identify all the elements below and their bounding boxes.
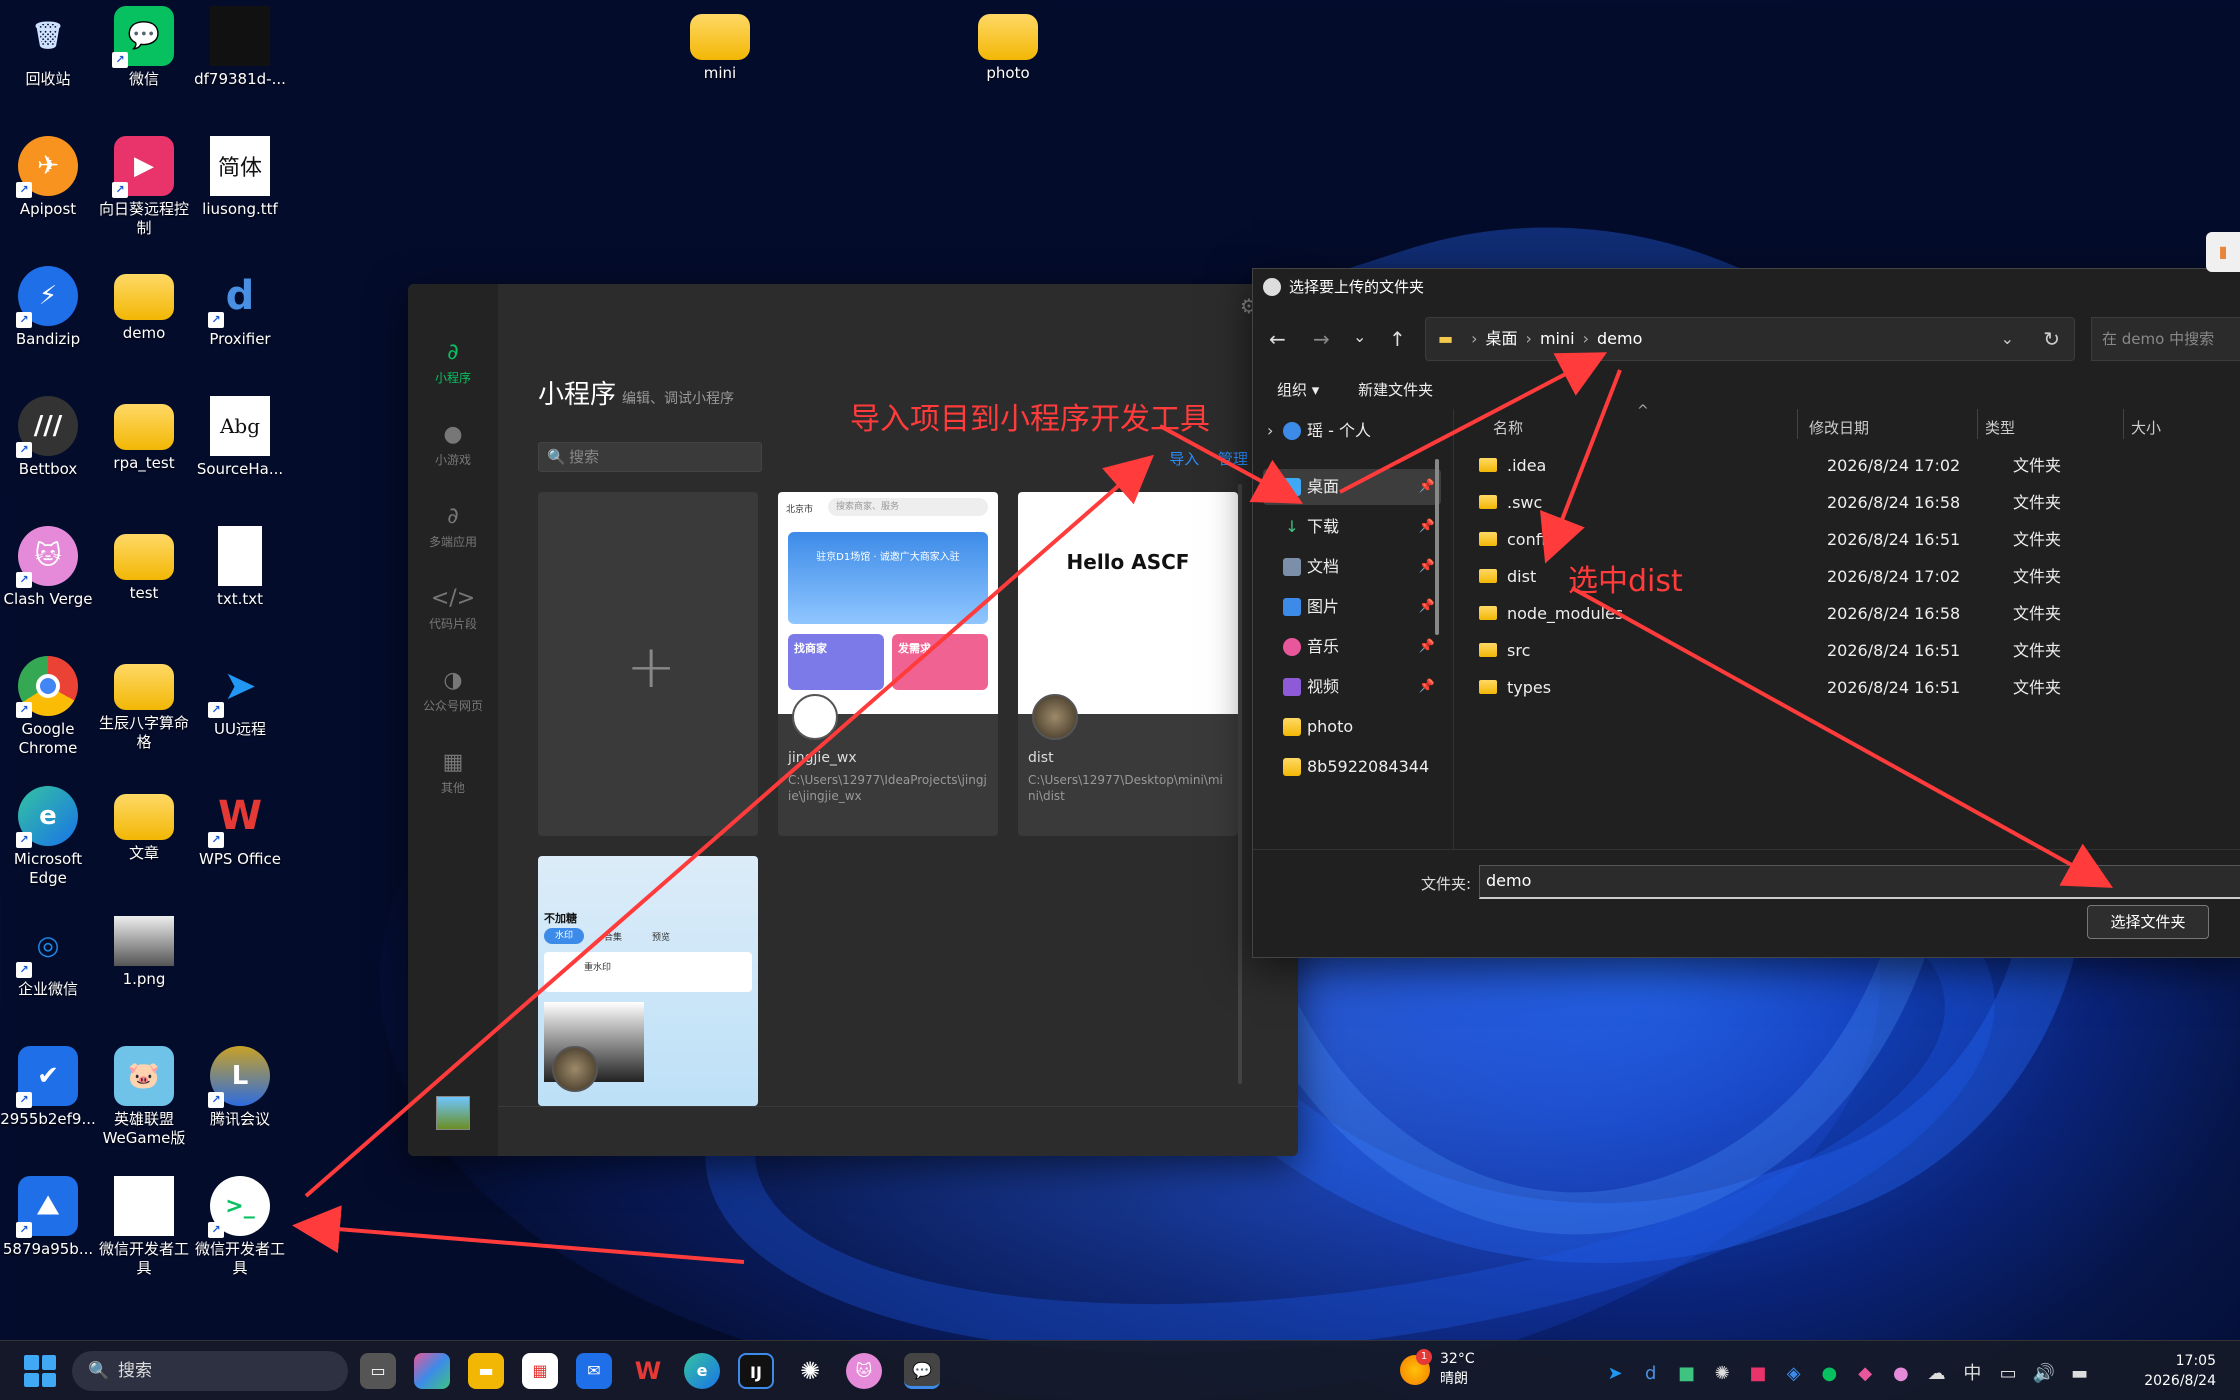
store-icon[interactable]: ▦ [522,1353,558,1389]
arrow-to-select [1571,586,2113,888]
edge-icon[interactable]: e [684,1353,720,1389]
m365-icon[interactable] [414,1353,450,1389]
arrow-to-dist [1540,369,1622,564]
battery-icon[interactable]: ▬ [2065,1363,2095,1384]
jetbrains-icon[interactable]: IJ [738,1353,774,1389]
wechat-tray-icon[interactable]: ● [1814,1363,1844,1384]
red-tray-icon[interactable]: ■ [1743,1363,1773,1384]
ime-indicator[interactable]: 中 [1957,1359,1987,1385]
cat-icon[interactable]: 🐱 [846,1353,882,1389]
taskbar-search[interactable]: 🔍 搜索 [72,1351,348,1391]
weather-widget[interactable]: 1 32°C 晴朗 [1400,1349,1475,1389]
annotation-arrows [292,352,2113,1264]
task-view-icon[interactable]: ▭ [360,1353,396,1389]
clock-date: 2026/8/24 [2144,1373,2216,1389]
mail-icon[interactable]: ✉ [576,1353,612,1389]
cloud-tray-icon[interactable]: ☁ [1922,1363,1952,1384]
proxifier-tray-icon[interactable]: d [1636,1363,1666,1384]
arrow-to-devtools [292,1205,745,1264]
search-icon: 🔍 [88,1361,110,1381]
shield-tray-icon[interactable]: ◈ [1779,1363,1809,1384]
chatgpt-icon[interactable]: ✺ [792,1353,828,1389]
system-clock[interactable]: 17:05 2026/8/24 [2144,1351,2216,1391]
arrow-to-desktop [1159,424,1304,504]
app-tray-icon[interactable]: ■ [1671,1363,1701,1384]
m365-tray-icon[interactable]: ◆ [1850,1363,1880,1384]
weather-temp: 32°C [1440,1351,1475,1367]
wechat-devtools-icon[interactable]: 💬 [904,1353,940,1389]
start-button[interactable] [24,1355,56,1387]
cat-tray-icon[interactable]: ● [1886,1363,1916,1384]
weather-desc: 晴朗 [1440,1371,1468,1387]
taskbar: 🔍 搜索 ▭ ▬ ▦ ✉ W e IJ ✺ 🐱 💬 1 32°C 晴朗 ➤ d ■… [0,1340,2240,1400]
arrow-to-import [304,454,1155,1198]
file-explorer-icon[interactable]: ▬ [468,1353,504,1389]
volume-icon[interactable]: 🔊 [2029,1363,2059,1384]
notification-badge: 1 [1416,1349,1432,1365]
clock-time: 17:05 [2175,1353,2216,1369]
wps-icon[interactable]: W [630,1353,666,1389]
network-icon[interactable]: ▭ [1993,1363,2023,1384]
system-tray: ➤ d ■ ✺ ■ ◈ ● ◆ ● ☁ 中 ▭ 🔊 ▬ [1600,1359,2095,1385]
uu-tray-icon[interactable]: ➤ [1600,1363,1630,1384]
chatgpt-tray-icon[interactable]: ✺ [1707,1363,1737,1384]
arrow-to-address [1339,352,1608,494]
